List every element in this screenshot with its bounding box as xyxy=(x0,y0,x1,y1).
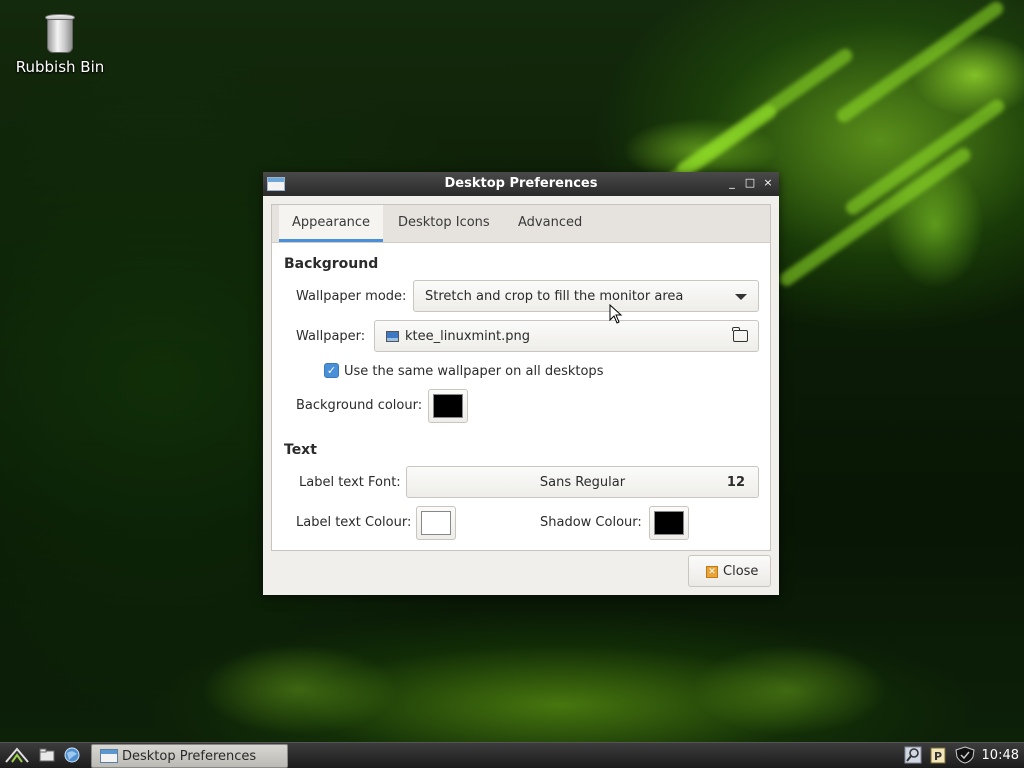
same-wallpaper-label[interactable]: Use the same wallpaper on all desktops xyxy=(344,364,603,379)
menu-icon[interactable] xyxy=(4,746,30,764)
tab-desktop-icons[interactable]: Desktop Icons xyxy=(385,205,503,242)
same-wallpaper-checkbox[interactable]: ✓ xyxy=(324,363,339,378)
wallpaper-file-name: ktee_linuxmint.png xyxy=(405,329,531,344)
wallpaper-mode-value: Stretch and crop to fill the monitor are… xyxy=(425,289,684,304)
chevron-down-icon xyxy=(735,294,747,300)
trash-bin-icon xyxy=(45,14,75,54)
label-font-size: 12 xyxy=(726,475,745,490)
wallpaper-mode-label: Wallpaper mode: xyxy=(296,289,407,304)
tab-content: Appearance Desktop Icons Advanced Backgr… xyxy=(271,204,771,551)
close-icon: ✕ xyxy=(706,566,718,578)
taskbar-item-desktop-preferences[interactable]: Desktop Preferences xyxy=(91,744,288,768)
clipboard-icon[interactable]: P xyxy=(929,746,947,764)
taskbar-item-label: Desktop Preferences xyxy=(122,749,257,764)
label-font-name: Sans Regular xyxy=(539,475,626,490)
shield-icon[interactable] xyxy=(954,746,976,764)
shadow-colour-label: Shadow Colour: xyxy=(540,515,642,530)
wallpaper-file-chooser[interactable]: ktee_linuxmint.png xyxy=(374,320,759,352)
maximize-button[interactable]: □ xyxy=(743,176,757,190)
image-file-icon xyxy=(386,331,399,342)
taskbar: Desktop Preferences P 10:48 xyxy=(0,742,1024,768)
shadow-colour-swatch xyxy=(654,511,684,535)
desktop-icon-label: Rubbish Bin xyxy=(15,58,105,76)
mouse-pointer-icon xyxy=(609,304,623,324)
section-title-background: Background xyxy=(284,256,379,272)
label-font-label: Label text Font: xyxy=(299,475,401,490)
label-font-button[interactable]: Sans Regular 12 xyxy=(406,466,759,498)
label-colour-swatch xyxy=(421,511,451,535)
desktop-icon-rubbish-bin[interactable]: Rubbish Bin xyxy=(10,10,110,76)
wallpaper-decor xyxy=(674,46,856,178)
titlebar[interactable]: Desktop Preferences _ □ × xyxy=(263,172,779,196)
tab-advanced[interactable]: Advanced xyxy=(505,205,595,242)
label-colour-label: Label text Colour: xyxy=(296,515,412,530)
desktop-preferences-dialog: Desktop Preferences _ □ × Appearance Des… xyxy=(263,172,779,595)
window-title: Desktop Preferences xyxy=(444,176,598,191)
wallpaper-decor xyxy=(843,96,1007,218)
file-manager-icon[interactable] xyxy=(38,746,56,764)
search-icon[interactable] xyxy=(904,746,922,764)
close-button-label: Close xyxy=(723,564,759,579)
tab-bar: Appearance Desktop Icons Advanced xyxy=(272,205,770,243)
svg-text:P: P xyxy=(934,750,942,763)
wallpaper-mode-select[interactable]: Stretch and crop to fill the monitor are… xyxy=(413,280,759,312)
wallpaper-label: Wallpaper: xyxy=(296,329,366,344)
folder-open-icon xyxy=(732,327,748,342)
background-colour-label: Background colour: xyxy=(296,398,423,413)
section-title-text: Text xyxy=(284,442,317,458)
background-colour-button[interactable] xyxy=(428,389,468,423)
wallpaper-decor xyxy=(776,145,974,289)
close-button[interactable]: ✕ Close xyxy=(688,555,771,587)
wallpaper-decor xyxy=(834,0,1006,126)
clock[interactable]: 10:48 xyxy=(982,748,1019,763)
shadow-colour-button[interactable] xyxy=(649,506,689,540)
web-browser-icon[interactable] xyxy=(63,746,81,764)
minimize-button[interactable]: _ xyxy=(725,176,739,190)
window-app-icon xyxy=(100,749,118,763)
close-window-button[interactable]: × xyxy=(761,176,775,190)
background-colour-swatch xyxy=(433,394,463,418)
tab-appearance[interactable]: Appearance xyxy=(279,205,384,242)
label-colour-button[interactable] xyxy=(416,506,456,540)
